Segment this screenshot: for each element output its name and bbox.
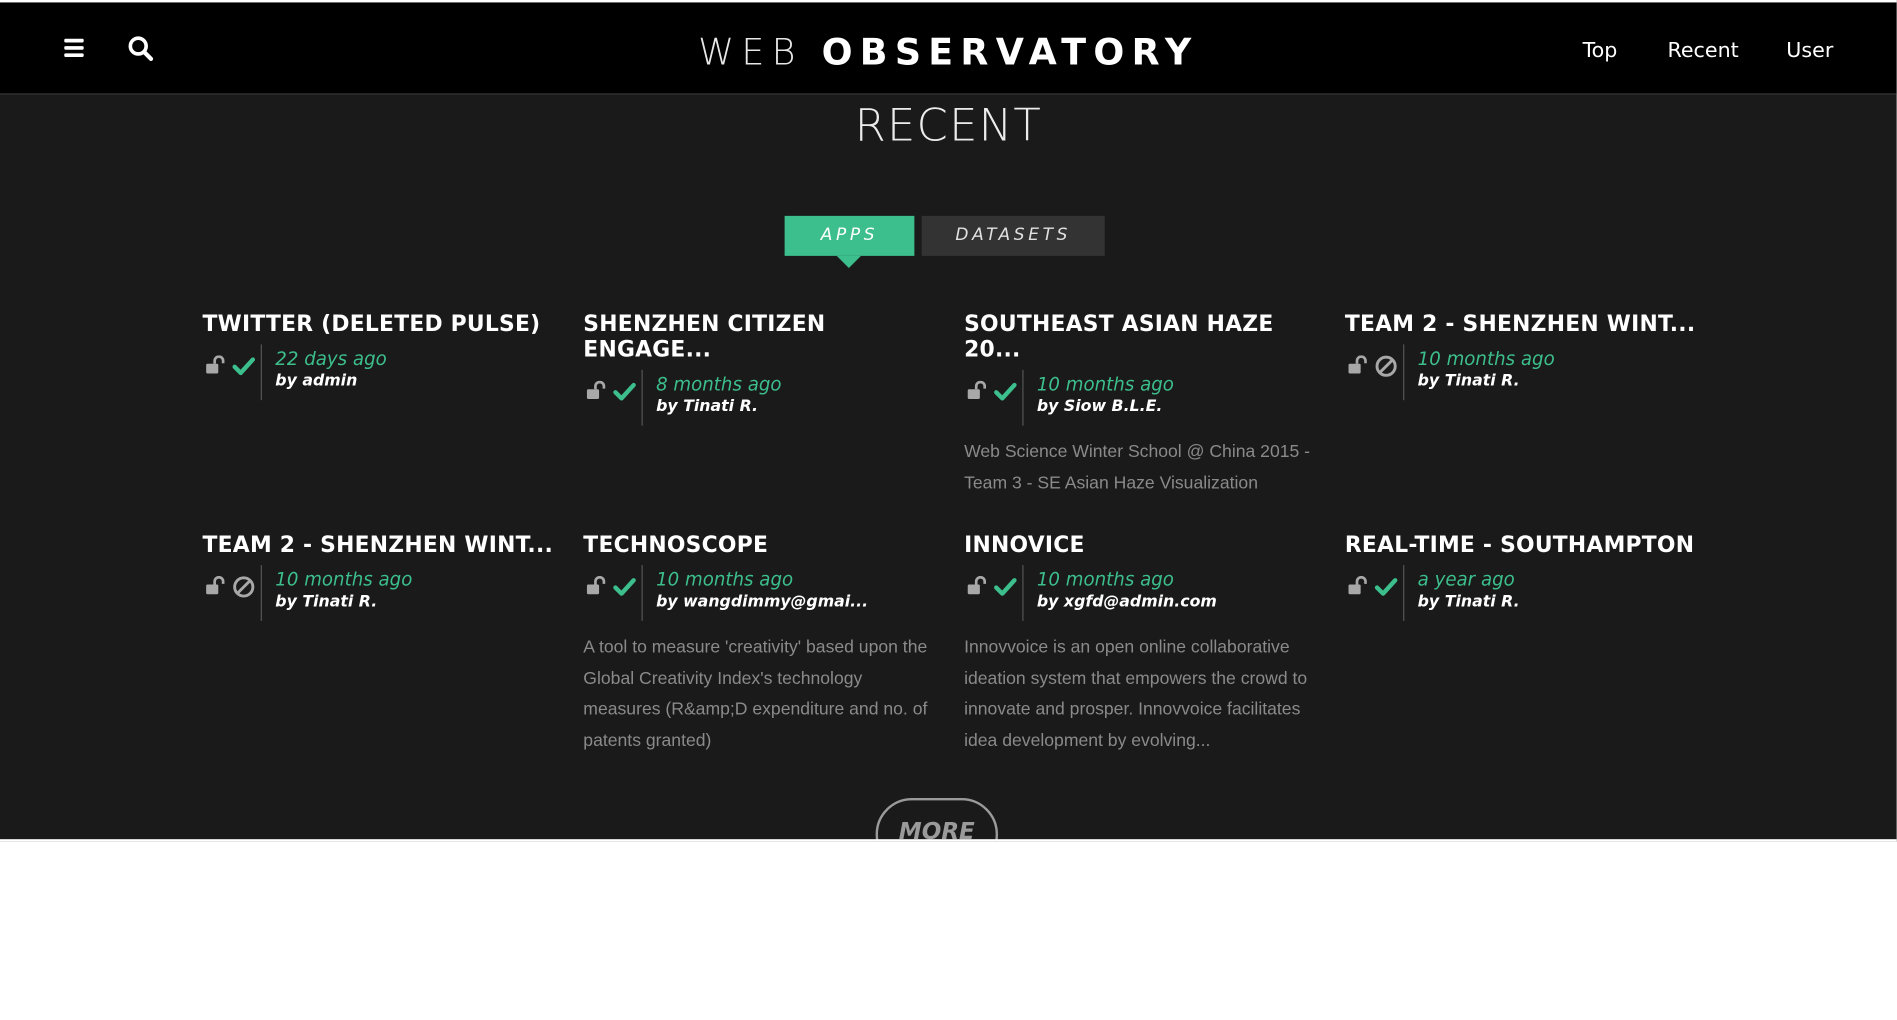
meta-divider bbox=[260, 344, 262, 401]
brand-light-text: WEB bbox=[698, 31, 803, 74]
card-title[interactable]: TEAM 2 - SHENZHEN WINT... bbox=[203, 532, 555, 557]
unlocked-padlock-icon bbox=[1347, 355, 1369, 374]
meta-divider bbox=[641, 369, 643, 426]
meta-divider bbox=[260, 565, 262, 621]
unlocked-padlock-icon bbox=[586, 380, 608, 400]
app-card[interactable]: TEAM 2 - SHENZHEN WINT... 10 months ago by… bbox=[203, 532, 555, 623]
prohibited-icon bbox=[232, 575, 256, 599]
card-timestamp: 10 months ago bbox=[275, 568, 413, 591]
card-title[interactable]: REAL-TIME - SOUTHAMPTON bbox=[1345, 532, 1697, 557]
app-card[interactable]: REAL-TIME - SOUTHAMPTON a year ago by Tina… bbox=[1345, 532, 1697, 623]
card-author[interactable]: by Tinati R. bbox=[1418, 372, 1520, 390]
card-title[interactable]: TEAM 2 - SHENZHEN WINT... bbox=[1345, 312, 1697, 337]
card-title[interactable]: TWITTER (DELETED PULSE) bbox=[203, 312, 555, 337]
card-timestamp: a year ago bbox=[1417, 568, 1515, 591]
card-title[interactable]: SHENZHEN CITIZEN ENGAGE... bbox=[583, 312, 935, 363]
page: WEB OBSERVATORY Top Recent User RECENT A… bbox=[0, 0, 1897, 842]
nav-link-recent[interactable]: Recent bbox=[1667, 39, 1738, 63]
app-card[interactable]: TEAM 2 - SHENZHEN WINT... 10 months ago by… bbox=[1345, 312, 1697, 403]
card-title[interactable]: TECHNOSCOPE bbox=[583, 532, 935, 557]
card-author[interactable]: by admin bbox=[275, 372, 357, 390]
card-timestamp: 10 months ago bbox=[656, 568, 794, 591]
unlocked-padlock-icon bbox=[1347, 575, 1369, 595]
page-title: RECENT bbox=[854, 99, 1043, 152]
unlocked-padlock-icon bbox=[586, 575, 608, 595]
checkmark-icon bbox=[993, 575, 1017, 599]
card-description: Innovvoice is an open online collaborati… bbox=[964, 637, 1308, 751]
app-card[interactable]: SHENZHEN CITIZEN ENGAGE... 8 months ago by… bbox=[583, 312, 935, 428]
tab-datasets[interactable]: DATASETS bbox=[921, 215, 1105, 256]
card-author[interactable]: by Tinati R. bbox=[656, 398, 758, 416]
meta-divider bbox=[1022, 565, 1024, 621]
checkmark-icon bbox=[1374, 575, 1398, 599]
card-meta: 10 months ago by wangdimmy@gmai... bbox=[583, 565, 935, 623]
card-meta: 10 months ago by xgfd@admin.com bbox=[964, 565, 1316, 623]
top-navigation-bar: WEB OBSERVATORY Top Recent User bbox=[0, 2, 1897, 95]
app-card[interactable]: TWITTER (DELETED PULSE) 22 days ago by adm… bbox=[203, 312, 555, 403]
meta-divider bbox=[1022, 369, 1024, 426]
unlocked-padlock-icon bbox=[205, 355, 227, 374]
card-timestamp: 8 months ago bbox=[656, 373, 782, 396]
card-timestamp: 10 months ago bbox=[1417, 348, 1555, 370]
meta-divider bbox=[641, 565, 643, 621]
card-title[interactable]: INNOVICE bbox=[964, 532, 1316, 557]
checkmark-icon bbox=[612, 575, 636, 599]
checkmark-icon bbox=[612, 380, 636, 404]
card-author[interactable]: by xgfd@admin.com bbox=[1037, 593, 1217, 611]
window-top-edge bbox=[0, 0, 1897, 3]
card-timestamp: 22 days ago bbox=[275, 348, 387, 370]
app-card[interactable]: INNOVICE 10 months ago by xgfd@admin.com In… bbox=[964, 532, 1316, 756]
card-timestamp: 10 months ago bbox=[1036, 373, 1174, 396]
viewport: WEB OBSERVATORY Top Recent User RECENT A… bbox=[0, 0, 1897, 1020]
nav-link-user[interactable]: User bbox=[1786, 39, 1833, 63]
checkmark-icon bbox=[993, 380, 1017, 404]
app-card[interactable]: SOUTHEAST ASIAN HAZE 20... 10 months ago b… bbox=[964, 312, 1316, 500]
card-meta: a year ago by Tinati R. bbox=[1345, 565, 1697, 623]
card-timestamp: 10 months ago bbox=[1036, 568, 1174, 591]
card-meta: 10 months ago by Siow B.L.E. bbox=[964, 369, 1316, 428]
card-author[interactable]: by Siow B.L.E. bbox=[1037, 398, 1162, 416]
unlocked-padlock-icon bbox=[205, 575, 227, 595]
prohibited-icon bbox=[1374, 354, 1398, 378]
card-description: Web Science Winter School @ China 2015 -… bbox=[964, 442, 1311, 493]
page-bottom-edge bbox=[0, 839, 1897, 842]
app-card[interactable]: TECHNOSCOPE 10 months ago by wangdimmy@gma… bbox=[583, 532, 935, 756]
checkmark-icon bbox=[232, 354, 256, 378]
card-meta: 8 months ago by Tinati R. bbox=[583, 369, 935, 428]
active-tab-pointer bbox=[836, 255, 862, 269]
meta-divider bbox=[1403, 565, 1405, 621]
card-title[interactable]: SOUTHEAST ASIAN HAZE 20... bbox=[964, 312, 1316, 363]
card-meta: 10 months ago by Tinati R. bbox=[1345, 344, 1697, 402]
card-meta: 10 months ago by Tinati R. bbox=[203, 565, 555, 623]
meta-divider bbox=[1403, 344, 1405, 401]
more-button[interactable]: MORE bbox=[875, 797, 999, 842]
card-meta: 22 days ago by admin bbox=[203, 344, 555, 402]
tab-apps[interactable]: APPS bbox=[784, 215, 915, 256]
card-author[interactable]: by wangdimmy@gmai... bbox=[656, 593, 868, 611]
nav-link-top[interactable]: Top bbox=[1583, 39, 1618, 63]
brand-bold-text: OBSERVATORY bbox=[821, 31, 1199, 74]
card-author[interactable]: by Tinati R. bbox=[275, 593, 377, 611]
unlocked-padlock-icon bbox=[967, 575, 989, 595]
card-description: A tool to measure 'creativity' based upo… bbox=[583, 637, 928, 751]
card-author[interactable]: by Tinati R. bbox=[1418, 593, 1520, 611]
unlocked-padlock-icon bbox=[967, 380, 989, 400]
